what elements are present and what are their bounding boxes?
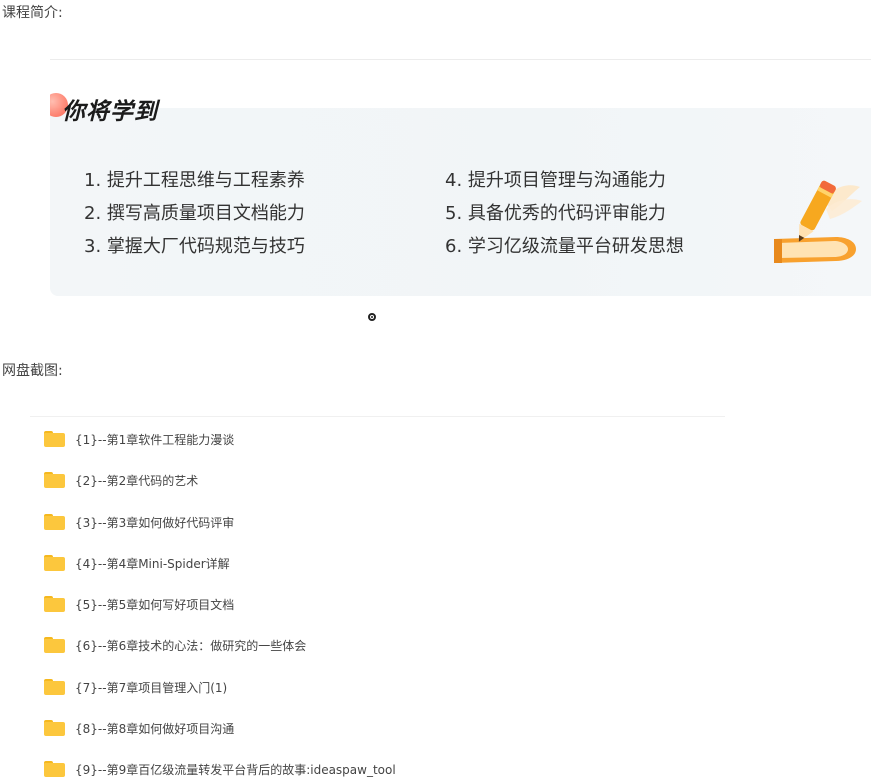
folder-row-3[interactable]: {3}--第3章如何做好代码评审: [44, 510, 234, 534]
course-banner: 你将学到 1. 提升工程思维与工程素养 2. 撰写高质量项目文档能力 3. 掌握…: [50, 62, 871, 296]
folder-row-2[interactable]: {2}--第2章代码的艺术: [44, 468, 198, 492]
list-divider: [30, 416, 725, 417]
skill-item-3: 3. 掌握大厂代码规范与技巧: [84, 236, 305, 257]
folder-icon: [44, 555, 65, 571]
folder-icon: [44, 514, 65, 530]
folder-icon: [44, 637, 65, 653]
folder-row-4[interactable]: {4}--第4章Mini-Spider详解: [44, 551, 230, 575]
course-intro-label: 课程简介:: [2, 5, 63, 21]
folder-name: {2}--第2章代码的艺术: [75, 473, 199, 488]
folder-icon: [44, 720, 65, 736]
folder-name: {3}--第3章如何做好代码评审: [75, 515, 235, 530]
skill-item-1: 1. 提升工程思维与工程素养: [84, 170, 305, 191]
folder-name: {9}--第9章百亿级流量转发平台背后的故事:ideaspaw_tool: [75, 762, 396, 777]
folder-name: {5}--第5章如何写好项目文档: [75, 597, 235, 612]
folder-icon: [44, 431, 65, 447]
folder-name: {6}--第6章技术的心法：做研究的一些体会: [75, 638, 307, 653]
folder-icon: [44, 679, 65, 695]
banner-title: 你将学到: [62, 99, 158, 125]
banner-divider: [50, 59, 871, 60]
folder-name: {1}--第1章软件工程能力漫谈: [75, 432, 235, 447]
netdisk-screenshot-label: 网盘截图:: [2, 363, 63, 379]
skill-item-6: 6. 学习亿级流量平台研发思想: [445, 236, 684, 257]
folder-row-9[interactable]: {9}--第9章百亿级流量转发平台背后的故事:ideaspaw_tool: [44, 757, 396, 781]
pencil-book-icon: [774, 180, 862, 263]
skill-item-5: 5. 具备优秀的代码评审能力: [445, 203, 666, 224]
folder-icon: [44, 472, 65, 488]
folder-icon: [44, 596, 65, 612]
folder-name: {4}--第4章Mini-Spider详解: [75, 556, 230, 571]
folder-name: {8}--第8章如何做好项目沟通: [75, 721, 235, 736]
folder-row-8[interactable]: {8}--第8章如何做好项目沟通: [44, 716, 234, 740]
folder-row-5[interactable]: {5}--第5章如何写好项目文档: [44, 592, 234, 616]
folder-row-7[interactable]: {7}--第7章项目管理入门(1): [44, 675, 227, 699]
folder-name: {7}--第7章项目管理入门(1): [75, 680, 228, 695]
skill-item-2: 2. 撰写高质量项目文档能力: [84, 203, 305, 224]
folder-icon: [44, 761, 65, 777]
skill-item-4: 4. 提升项目管理与沟通能力: [445, 170, 666, 191]
loading-indicator-icon: [368, 313, 376, 321]
folder-row-1[interactable]: {1}--第1章软件工程能力漫谈: [44, 427, 234, 451]
folder-row-6[interactable]: {6}--第6章技术的心法：做研究的一些体会: [44, 633, 306, 657]
